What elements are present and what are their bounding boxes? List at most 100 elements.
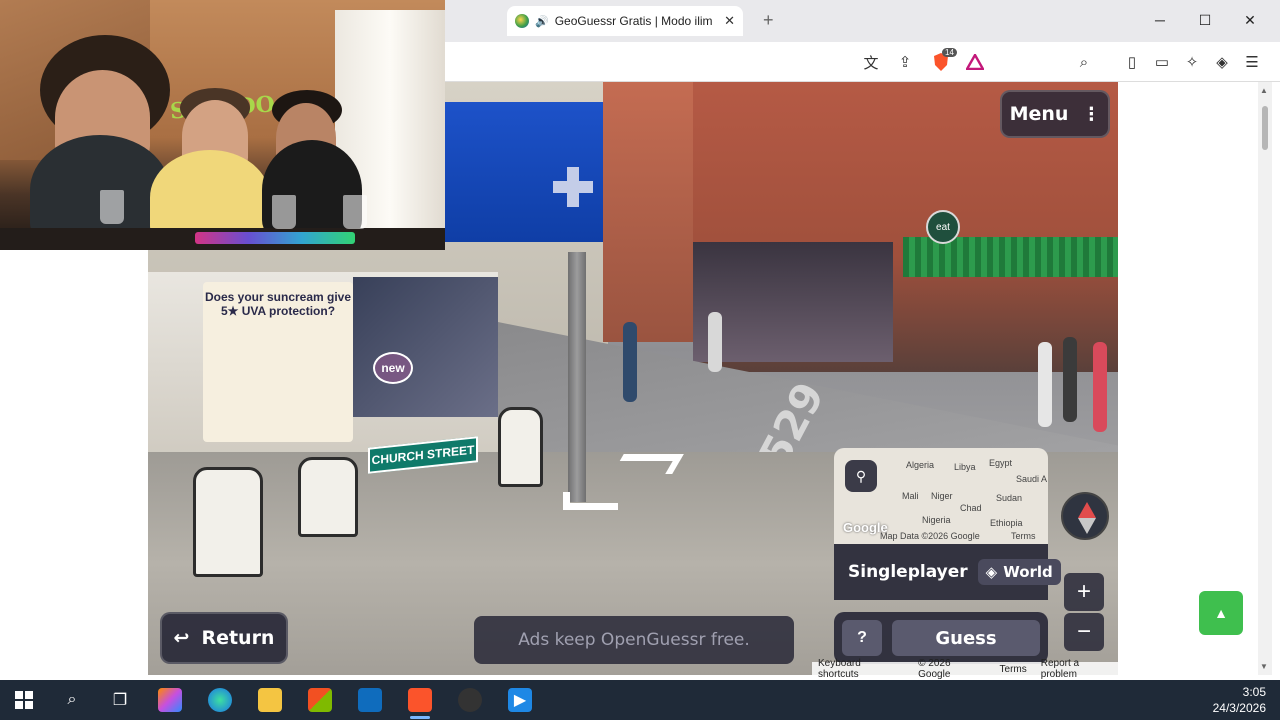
map-label: Saudi A: [1016, 474, 1048, 484]
speaker-icon[interactable]: 🔊: [535, 15, 549, 28]
map-label: Libya: [954, 462, 976, 472]
webcam-overlay: S····NDO: [0, 0, 445, 250]
ad-banner: Ads keep OpenGuessr free.: [474, 616, 794, 664]
terms-link[interactable]: Terms: [1000, 664, 1027, 675]
page-scrollbar[interactable]: [1258, 82, 1272, 675]
map-terms-link[interactable]: Terms: [1011, 531, 1036, 541]
menu-button[interactable]: Menu ⋮: [1000, 90, 1110, 138]
scroll-down-icon[interactable]: ▼: [1260, 662, 1268, 671]
window-close-button[interactable]: ✕: [1240, 12, 1260, 29]
mode-label: Singleplayer: [848, 562, 968, 582]
sidebar-icon[interactable]: ▯: [1122, 52, 1142, 72]
map-label: Chad: [960, 503, 982, 513]
a-board-sign: [498, 407, 543, 487]
maximize-button[interactable]: ☐: [1195, 12, 1215, 29]
a-board-sign: [298, 457, 358, 537]
tab-title: GeoGuessr Gratis | Modo ilim: [554, 14, 713, 28]
outlook-icon[interactable]: [358, 688, 382, 712]
street-pole: [568, 252, 586, 502]
map-label: Mali: [902, 491, 919, 501]
windows-start-icon[interactable]: [12, 688, 36, 712]
map-label: Sudan: [996, 493, 1023, 503]
map-label: Niger: [931, 491, 953, 501]
shopfront: [693, 242, 893, 362]
cup: [343, 195, 367, 229]
edge-icon[interactable]: [208, 688, 232, 712]
vpn-shield-icon[interactable]: ◈: [1212, 52, 1232, 72]
browser-tabbar: 🔊 GeoGuessr Gratis | Modo ilim ✕ + ─ ☐ ✕: [445, 0, 1280, 42]
return-button[interactable]: ↩ Return: [160, 612, 288, 664]
clock-date: 24/3/2026: [1212, 701, 1266, 715]
a-board-sign: [193, 467, 263, 577]
tab-close-icon[interactable]: ✕: [724, 13, 735, 29]
pedestrian: [1063, 337, 1077, 422]
keyboard: [195, 232, 355, 244]
zoom-in-button[interactable]: +: [1064, 573, 1104, 611]
map-label: Egypt: [989, 458, 1013, 468]
scrollbar-thumb[interactable]: [1262, 106, 1268, 150]
copyright-text: © 2026 Google: [918, 658, 951, 680]
copilot-icon[interactable]: [158, 688, 182, 712]
navigation-arrow-icon[interactable]: [612, 454, 684, 474]
brick-building: [603, 82, 698, 342]
clock-time: 3:05: [1242, 685, 1266, 699]
pedestrian: [1038, 342, 1052, 427]
map-label: Ethiopia: [990, 518, 1023, 528]
guess-button[interactable]: Guess: [892, 620, 1040, 656]
store-icon[interactable]: [308, 688, 332, 712]
pedestrian: [623, 322, 637, 402]
map-label: Nigeria: [922, 515, 951, 525]
scroll-up-icon[interactable]: ▲: [1260, 86, 1268, 95]
layers-icon: ◈: [985, 563, 998, 581]
map-name: World: [1003, 563, 1053, 581]
search-icon[interactable]: ⌕: [60, 688, 84, 712]
window-badge: new: [373, 352, 413, 384]
navigation-arrow-icon[interactable]: [563, 492, 618, 510]
compass-icon[interactable]: [1061, 492, 1109, 540]
active-app-indicator: [410, 716, 430, 719]
pedestrian: [1093, 342, 1107, 432]
shop-sign: eat: [926, 210, 960, 244]
cup: [100, 190, 124, 224]
menu-label: Menu: [1009, 103, 1069, 125]
share-icon[interactable]: ⇪: [895, 52, 915, 72]
scroll-to-top-button[interactable]: ▲: [1199, 591, 1243, 635]
guess-help-button[interactable]: ?: [842, 620, 882, 656]
hamburger-menu-icon[interactable]: ☰: [1242, 52, 1262, 72]
keyboard-shortcuts-link[interactable]: Keyboard shortcuts: [818, 658, 904, 680]
taskbar-clock[interactable]: 3:05 24/3/2026: [1200, 684, 1266, 716]
guess-bar: ? Guess: [834, 612, 1048, 664]
map-settings-icon[interactable]: ⚲: [845, 460, 877, 492]
browser-tab-geoguessr[interactable]: 🔊 GeoGuessr Gratis | Modo ilim ✕: [507, 6, 743, 36]
task-view-icon[interactable]: ❐: [108, 688, 132, 712]
reader-mode-icon[interactable]: ⌕: [1074, 52, 1094, 72]
globe-icon: [515, 14, 529, 28]
browser-toolbar: 文 ⇪ 14 ⌕ ▯ ▭ ✧ ◈ ☰: [445, 42, 1280, 82]
game-mode-bar: Singleplayer ◈ World: [834, 544, 1061, 600]
file-explorer-icon[interactable]: [258, 688, 282, 712]
streetview-footer: Keyboard shortcuts © 2026 Google Terms R…: [812, 658, 1118, 680]
new-tab-button[interactable]: +: [763, 10, 774, 31]
translate-icon[interactable]: 文: [861, 52, 881, 72]
zoom-out-button[interactable]: −: [1064, 613, 1104, 651]
leo-ai-icon[interactable]: ✧: [1182, 52, 1202, 72]
cup: [272, 195, 296, 229]
video-app-icon[interactable]: ▶: [508, 688, 532, 712]
map-label: Algeria: [906, 460, 935, 470]
more-vertical-icon: ⋮: [1082, 103, 1101, 125]
report-problem-link[interactable]: Report a problem: [1041, 658, 1118, 680]
shop-tiles: [903, 237, 1118, 277]
screen: 🔊 GeoGuessr Gratis | Modo ilim ✕ + ─ ☐ ✕…: [0, 0, 1280, 720]
brave-rewards-icon[interactable]: [965, 52, 985, 72]
windows-taskbar: [0, 680, 1280, 720]
wallet-icon[interactable]: ▭: [1152, 52, 1172, 72]
minimize-button[interactable]: ─: [1150, 12, 1170, 28]
window-glass: [353, 277, 498, 417]
pharmacy-cross-icon: [553, 167, 593, 207]
map-selector[interactable]: ◈ World: [977, 559, 1061, 585]
obs-icon[interactable]: [458, 688, 482, 712]
brave-icon[interactable]: [408, 688, 432, 712]
poster: Does your suncream give 5★ UVA protectio…: [203, 282, 353, 442]
return-label: Return: [201, 627, 275, 649]
return-icon: ↩: [173, 627, 190, 649]
